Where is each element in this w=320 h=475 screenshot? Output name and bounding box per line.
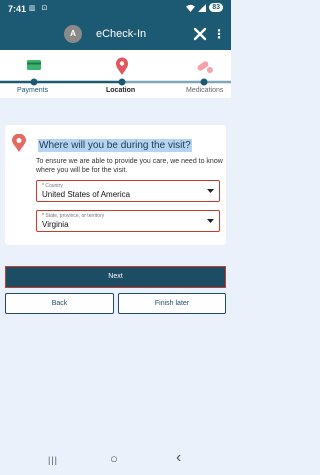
required-mark: * <box>42 213 44 219</box>
step-dot-payments <box>30 78 38 86</box>
status-bar: 7:41 ▥ ⊡ 83 <box>0 0 231 18</box>
info-text: To ensure we are able to provide you car… <box>36 158 223 174</box>
app-bar: A eCheck-In ⋮ <box>0 18 231 50</box>
battery-level: 83 <box>209 3 223 12</box>
chevron-down-icon <box>207 189 214 193</box>
finish-later-button[interactable]: Finish later <box>118 293 226 314</box>
more-options-icon[interactable]: ⋮ <box>213 26 225 42</box>
step-label-payments: Payments <box>17 87 49 94</box>
app-title: eCheck-In <box>96 28 147 40</box>
question-heading: Where will you be during the visit? <box>38 139 192 152</box>
system-nav-bar: ||| ○ ‹ <box>0 445 231 475</box>
avatar[interactable]: A <box>64 25 82 43</box>
state-label: * State, province, or territory <box>42 213 104 219</box>
progress-stepper: Payments Location Medications <box>0 50 231 98</box>
step-dot-location <box>118 78 126 86</box>
wifi-icon <box>186 4 196 12</box>
country-label: * Country <box>42 183 63 189</box>
state-value: Virginia <box>42 220 69 229</box>
step-dot-medications <box>200 78 208 86</box>
state-label-text: State, province, or territory <box>45 213 105 219</box>
step-label-location: Location <box>106 87 136 94</box>
back-button[interactable]: Back <box>5 293 114 314</box>
back-nav-button[interactable]: ‹ <box>176 449 181 467</box>
country-select[interactable]: * Country United States of America <box>36 180 220 202</box>
location-pin-icon <box>12 134 26 152</box>
required-mark: * <box>42 183 44 189</box>
country-label-text: Country <box>45 183 63 189</box>
notification-icons: ▥ ⊡ <box>29 5 50 12</box>
close-icon[interactable] <box>192 26 208 42</box>
location-card: Where will you be during the visit? To e… <box>5 125 226 245</box>
home-nav-button[interactable]: ○ <box>110 451 118 466</box>
chevron-down-icon <box>207 219 214 223</box>
recents-nav-button[interactable]: ||| <box>48 455 58 465</box>
pills-icon <box>197 61 213 73</box>
location-pin-icon <box>116 57 128 75</box>
status-time: 7:41 <box>8 4 27 14</box>
step-label-medications: Medications <box>186 87 224 94</box>
status-right: 83 <box>186 3 223 12</box>
state-select[interactable]: * State, province, or territory Virginia <box>36 210 220 232</box>
signal-icon <box>198 3 207 12</box>
credit-card-icon <box>27 60 41 70</box>
country-value: United States of America <box>42 190 131 199</box>
next-button[interactable]: Next <box>5 266 226 288</box>
